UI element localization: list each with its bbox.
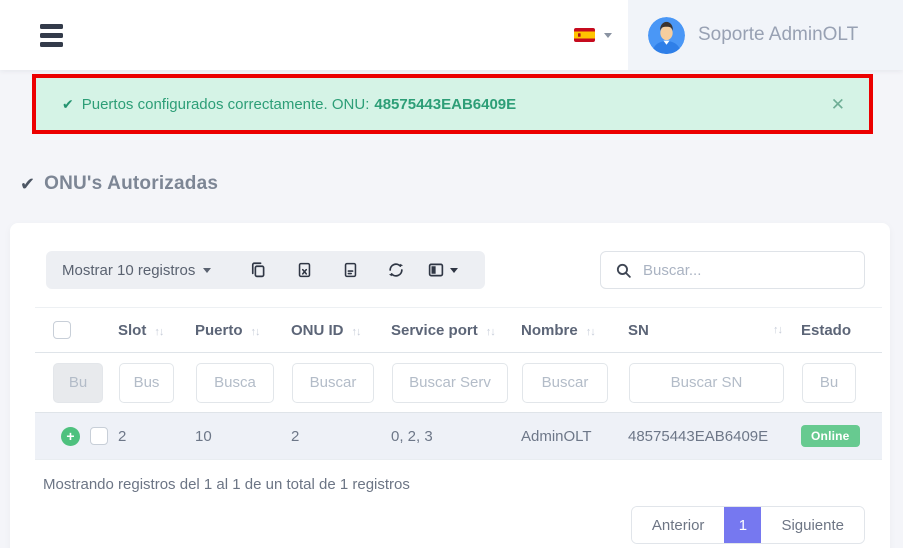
sort-icon: ↑↓ <box>154 326 163 338</box>
filter-input-puerto[interactable] <box>196 363 274 403</box>
column-header-nombre[interactable]: Nombre↑↓ <box>508 308 615 353</box>
hamburger-menu-icon[interactable] <box>40 20 63 51</box>
chevron-down-icon <box>450 268 458 273</box>
chevron-down-icon <box>604 33 612 38</box>
column-header-sn[interactable]: SN↑↓ <box>615 308 788 353</box>
cell-slot: 2 <box>105 413 182 460</box>
search-input[interactable] <box>643 262 850 279</box>
cell-onu-id: 2 <box>278 413 378 460</box>
column-header-service-port[interactable]: Service port↑↓ <box>378 308 508 353</box>
copy-icon[interactable] <box>235 251 281 289</box>
cell-service-port: 0, 2, 3 <box>378 413 508 460</box>
select-all-checkbox[interactable] <box>53 321 71 339</box>
pagination-prev-button[interactable]: Anterior <box>632 507 725 543</box>
status-badge: Online <box>801 425 860 447</box>
pagination-row: Anterior 1 Siguiente <box>10 506 865 544</box>
row-checkbox[interactable] <box>90 427 108 445</box>
table-header-row: Slot↑↓ Puerto↑↓ ONU ID↑↓ Service port↑↓ … <box>35 308 882 353</box>
table-buttons-group: Mostrar 10 registros <box>46 251 485 289</box>
chevron-down-icon <box>203 268 211 273</box>
spain-flag-icon <box>574 28 595 42</box>
page-length-dropdown[interactable]: Mostrar 10 registros <box>62 262 211 279</box>
sort-icon: ↑↓ <box>773 324 782 336</box>
pagination-next-button[interactable]: Siguiente <box>761 507 864 543</box>
page-title: ✔ ONU's Autorizadas <box>20 172 903 196</box>
records-info: Mostrando registros del 1 al 1 de un tot… <box>43 476 890 493</box>
sort-icon: ↑↓ <box>251 326 260 338</box>
user-name: Soporte AdminOLT <box>698 24 858 46</box>
columns-icon[interactable] <box>419 251 465 289</box>
sort-icon: ↑↓ <box>352 326 361 338</box>
cell-puerto: 10 <box>182 413 278 460</box>
avatar <box>648 17 685 54</box>
search-icon <box>615 262 632 279</box>
check-icon: ✔ <box>20 174 35 195</box>
success-alert: ✔ Puertos configurados correctamente. ON… <box>32 74 873 134</box>
pagination: Anterior 1 Siguiente <box>631 506 865 544</box>
column-header-estado: Estado <box>788 308 882 353</box>
filter-input-estado[interactable] <box>802 363 856 403</box>
user-menu[interactable]: Soporte AdminOLT <box>628 0 903 70</box>
filter-input-select <box>53 363 103 403</box>
filter-input-nombre[interactable] <box>522 363 608 403</box>
excel-icon[interactable] <box>281 251 327 289</box>
page-title-text: ONU's Autorizadas <box>44 173 218 195</box>
filter-input-onu-id[interactable] <box>292 363 374 403</box>
top-header: Soporte AdminOLT <box>0 0 903 70</box>
filter-input-slot[interactable] <box>119 363 174 403</box>
cell-sn: 48575443EAB6409E <box>615 413 788 460</box>
expand-row-icon[interactable]: + <box>61 427 80 446</box>
file-icon[interactable] <box>327 251 373 289</box>
table-filter-row <box>35 353 882 413</box>
onu-table: Slot↑↓ Puerto↑↓ ONU ID↑↓ Service port↑↓ … <box>35 307 882 460</box>
refresh-icon[interactable] <box>373 251 419 289</box>
column-header-puerto[interactable]: Puerto↑↓ <box>182 308 278 353</box>
sort-icon: ↑↓ <box>486 326 495 338</box>
pagination-current-page[interactable]: 1 <box>724 507 761 543</box>
table-row: + 2 10 2 0, 2, 3 AdminOLT 48575443EAB640… <box>35 413 882 460</box>
page-length-label: Mostrar 10 registros <box>62 262 195 279</box>
alert-onu-sn: 48575443EAB6409E <box>374 96 516 113</box>
table-wrapper: Slot↑↓ Puerto↑↓ ONU ID↑↓ Service port↑↓ … <box>35 307 882 460</box>
table-toolbar: Mostrar 10 registros <box>46 251 865 289</box>
cell-nombre: AdminOLT <box>508 413 615 460</box>
sort-icon: ↑↓ <box>586 326 595 338</box>
column-header-onu-id[interactable]: ONU ID↑↓ <box>278 308 378 353</box>
language-selector[interactable] <box>574 28 612 42</box>
close-icon[interactable]: ✕ <box>831 96 845 113</box>
onu-table-card: Mostrar 10 registros <box>10 223 890 548</box>
check-icon: ✔ <box>62 96 74 113</box>
filter-input-sn[interactable] <box>629 363 784 403</box>
alert-message: Puertos configurados correctamente. ONU: <box>82 96 370 113</box>
search-container <box>600 251 865 289</box>
column-header-slot[interactable]: Slot↑↓ <box>105 308 182 353</box>
topbar-right: Soporte AdminOLT <box>574 0 903 70</box>
filter-input-service-port[interactable] <box>392 363 508 403</box>
